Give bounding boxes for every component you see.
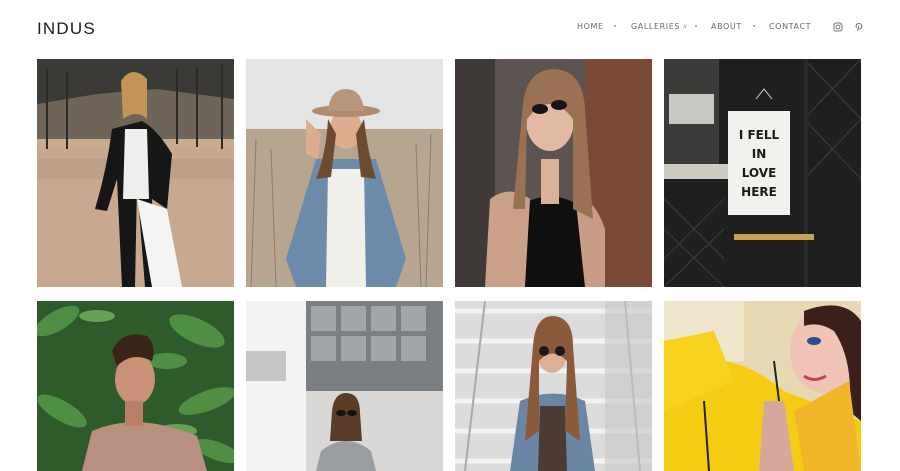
nav-separator	[614, 25, 616, 27]
sign-line-1: I FELL	[739, 128, 780, 142]
sign-line-3: LOVE	[742, 166, 777, 180]
photo-woman-stairs	[455, 301, 652, 471]
sign-line-4: HERE	[741, 185, 777, 199]
sign-line-2: IN	[752, 147, 767, 161]
nav-item-contact[interactable]: CONTACT	[769, 22, 811, 31]
nav-item-galleries[interactable]: GALLERIES ∨	[631, 22, 688, 31]
photo-woman-leaves	[37, 301, 234, 471]
gallery-item-woman-sunglasses-black-top[interactable]	[455, 59, 652, 287]
photo-woman-hat	[246, 59, 443, 287]
gallery-item-woman-hat-denim[interactable]	[246, 59, 443, 287]
photo-woman-blazer	[37, 59, 234, 287]
site-header: INDUS HOME GALLERIES ∨ ABOUT CONTACT	[0, 0, 900, 58]
chevron-down-icon: ∨	[683, 23, 689, 30]
gallery-item-i-fell-in-love-here-sign[interactable]: I FELL IN LOVE HERE	[664, 59, 861, 287]
photo-woman-building	[246, 301, 443, 471]
main-nav: HOME GALLERIES ∨ ABOUT CONTACT	[0, 22, 900, 36]
nav-separator	[753, 25, 755, 27]
love-sign-board	[728, 111, 790, 215]
gallery-item-woman-green-leaves[interactable]	[37, 301, 234, 471]
nav-item-home[interactable]: HOME	[577, 22, 604, 31]
gallery-item-woman-yellow-top[interactable]	[664, 301, 861, 471]
gallery-item-woman-building-steps[interactable]	[246, 301, 443, 471]
photo-woman-sunglasses	[455, 59, 652, 287]
photo-woman-yellow	[664, 301, 861, 471]
nav-item-galleries-label: GALLERIES	[631, 22, 681, 31]
photo-sign-shop: I FELL IN LOVE HERE	[664, 59, 861, 287]
nav-separator	[695, 25, 697, 27]
instagram-icon[interactable]	[833, 22, 843, 32]
gallery-item-woman-blazer-warehouse[interactable]	[37, 59, 234, 287]
pinterest-icon[interactable]	[854, 22, 864, 32]
nav-item-about[interactable]: ABOUT	[711, 22, 742, 31]
gallery-item-woman-white-stairs[interactable]	[455, 301, 652, 471]
